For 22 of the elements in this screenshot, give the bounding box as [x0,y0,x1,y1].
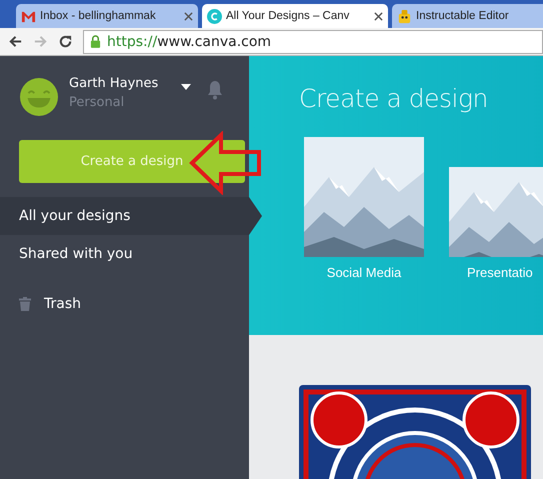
logo-icon [207,8,222,24]
trash-icon [19,297,31,311]
sidebar-item[interactable]: Shared with you [0,235,249,273]
section-heading: Create a design [299,84,489,113]
browser-tab[interactable]: Inbox - bellinghammak [16,4,198,28]
avatar-icon [20,78,58,116]
address-field[interactable]: https://www.canva.com [83,30,543,54]
close-icon[interactable] [184,12,193,20]
template-label: Presentatio [467,265,533,280]
user-name: Garth Haynes [69,76,160,91]
browser-tab[interactable]: All Your Designs – Canv [202,4,388,28]
sidebar-item[interactable]: All your designs [0,197,262,235]
account-type: Personal [69,95,126,110]
caret-icon[interactable] [181,84,191,90]
lock-icon [90,35,101,48]
template-label: Social Media [326,265,402,280]
close-icon[interactable] [374,12,383,20]
robot-icon [397,8,412,24]
browser-tab[interactable]: Instructable Editor [392,4,543,28]
reload-icon[interactable] [58,34,73,49]
sidebar-item[interactable]: Trash [0,285,249,323]
back-icon[interactable] [8,34,23,49]
